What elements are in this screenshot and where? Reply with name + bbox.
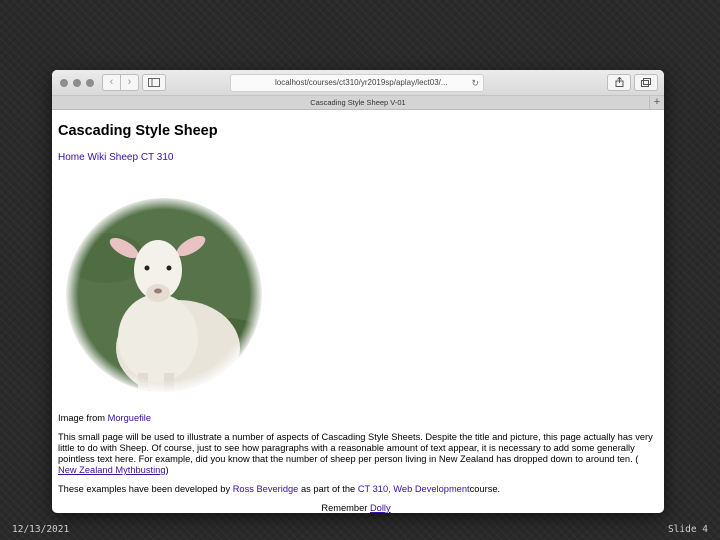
tab-bar: Cascading Style Sheep V-01 +: [52, 96, 664, 110]
slide-date: 12/13/2021: [12, 524, 70, 535]
page-title: Cascading Style Sheep: [58, 123, 218, 139]
nav-links: Home Wiki Sheep CT 310: [58, 152, 658, 163]
show-tabs-button[interactable]: [634, 74, 658, 91]
zoom-window-button[interactable]: [86, 79, 94, 87]
ct310-course-link[interactable]: CT 310, Web Development: [358, 484, 470, 494]
dolly-link[interactable]: Dolly: [370, 503, 391, 513]
browser-toolbar: ‹ › localhost/courses/ct310/yr2019sp/apl…: [52, 70, 664, 96]
intro-paragraph-end: ): [165, 465, 169, 475]
sidebar-icon: [148, 78, 160, 87]
image-credit: Image from Morguefile: [58, 413, 654, 424]
new-tab-button[interactable]: +: [649, 96, 664, 109]
share-button[interactable]: [607, 74, 631, 91]
credits-end: course.: [469, 484, 501, 494]
credits-paragraph: These examples have been developed by Ro…: [58, 484, 654, 495]
intro-paragraph-text: This small page will be used to illustra…: [58, 432, 653, 464]
new-zealand-mythbusting-link[interactable]: New Zealand Mythbusting: [58, 465, 166, 475]
sidebar-toggle-button[interactable]: [142, 74, 166, 91]
nav-link-ct310[interactable]: CT 310: [141, 152, 174, 163]
morguefile-link[interactable]: Morguefile: [108, 413, 151, 423]
close-window-button[interactable]: [60, 79, 68, 87]
credits-middle: as part of the: [300, 484, 356, 494]
address-bar-url: localhost/courses/ct310/yr2019sp/aplay/l…: [275, 78, 448, 87]
browser-window: ‹ › localhost/courses/ct310/yr2019sp/apl…: [52, 70, 664, 513]
nav-link-home[interactable]: Home: [58, 152, 85, 163]
page-text: Image from Morguefile This small page wi…: [58, 413, 654, 513]
sheep-image: [66, 198, 262, 392]
window-controls: [60, 79, 94, 87]
image-credit-label: Image from: [58, 413, 106, 423]
ross-beveridge-link[interactable]: Ross Beveridge: [233, 484, 299, 494]
reload-icon[interactable]: ↻: [471, 75, 479, 91]
page-content: Cascading Style Sheep Home Wiki Sheep CT…: [52, 123, 664, 513]
nav-link-wiki-sheep[interactable]: Wiki Sheep: [87, 152, 138, 163]
forward-button[interactable]: ›: [121, 74, 139, 91]
remember-label: Remember: [321, 503, 368, 513]
intro-paragraph: This small page will be used to illustra…: [58, 432, 654, 476]
minimize-window-button[interactable]: [73, 79, 81, 87]
slide-number: Slide 4: [667, 524, 708, 535]
tabs-icon: [641, 78, 651, 87]
tab-active[interactable]: Cascading Style Sheep V-01: [310, 98, 405, 107]
back-button[interactable]: ‹: [102, 74, 121, 91]
remember-line: Remember Dolly: [58, 503, 654, 513]
address-bar[interactable]: localhost/courses/ct310/yr2019sp/aplay/l…: [230, 74, 484, 92]
share-icon: [615, 76, 623, 87]
history-buttons: ‹ ›: [102, 74, 139, 91]
credits-prefix: These examples have been developed by: [58, 484, 231, 494]
sheep-illustration: [66, 198, 262, 392]
